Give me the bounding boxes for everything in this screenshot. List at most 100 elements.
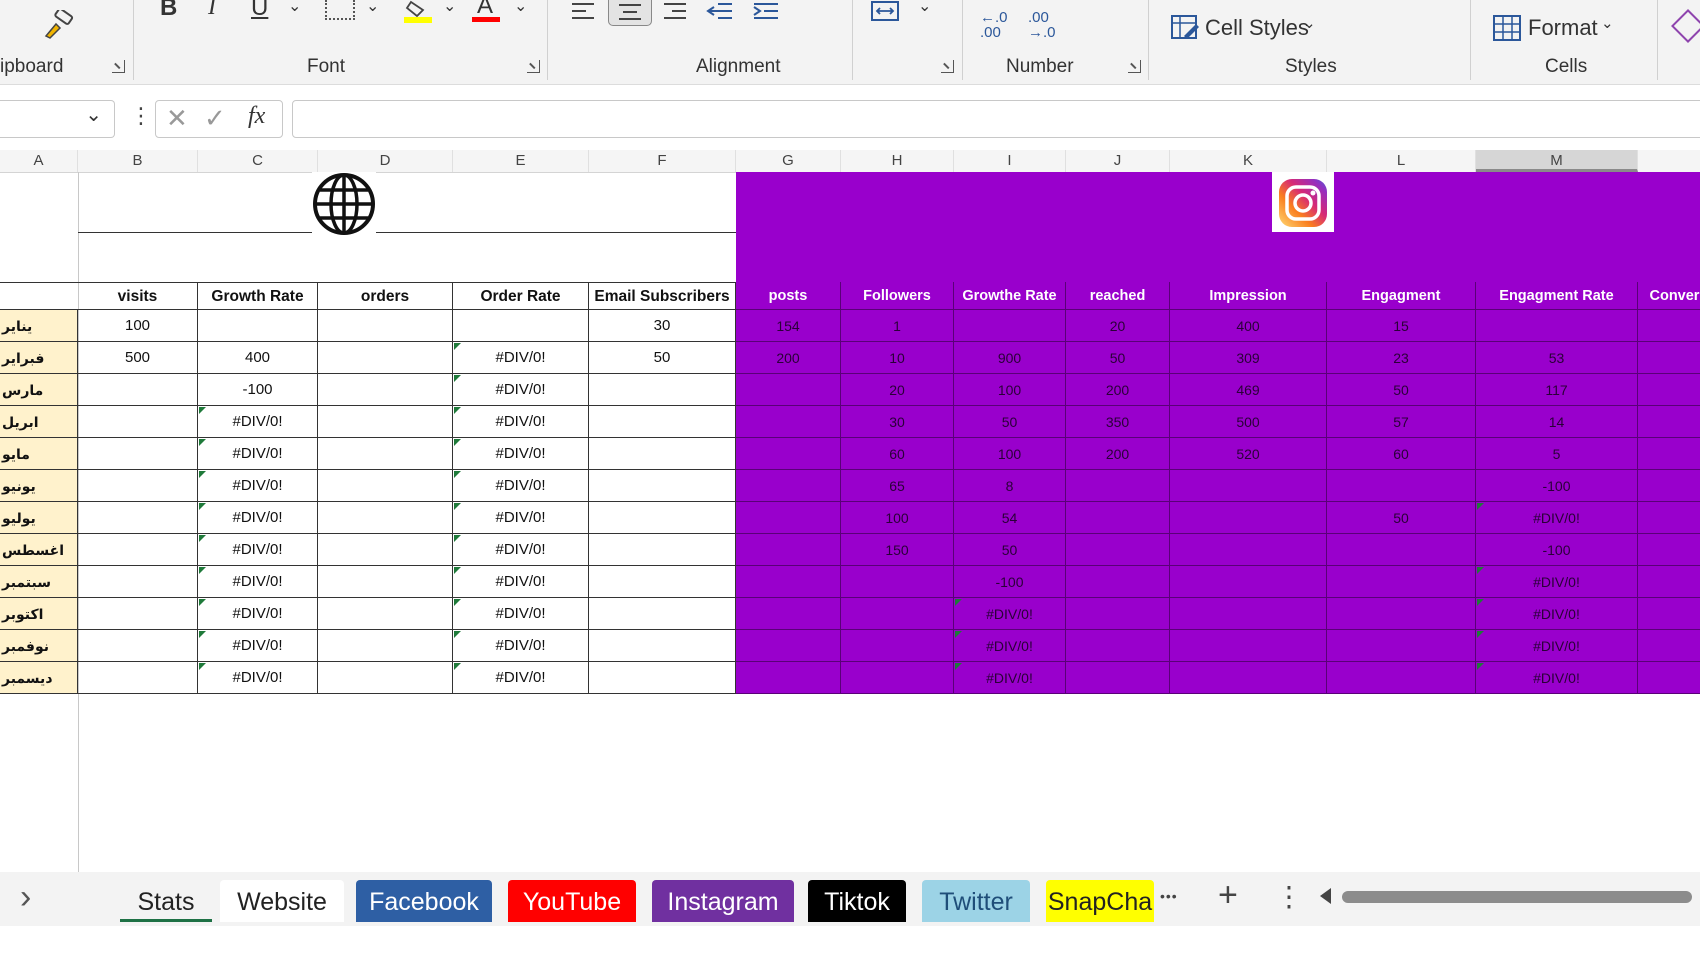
instagram-cell[interactable] xyxy=(1476,310,1638,342)
month-cell[interactable]: يوليو xyxy=(0,502,78,534)
month-cell[interactable]: يناير xyxy=(0,310,78,342)
borders-dropdown-icon[interactable]: ⌄ xyxy=(366,0,379,16)
instagram-cell[interactable]: 65 xyxy=(841,470,954,502)
website-header-4[interactable]: Order Rate xyxy=(453,282,589,310)
instagram-cell[interactable] xyxy=(736,374,841,406)
website-cell[interactable]: #DIV/0! xyxy=(453,406,589,438)
website-cell[interactable]: #DIV/0! xyxy=(453,630,589,662)
instagram-cell[interactable] xyxy=(1638,438,1700,470)
website-header-5[interactable]: Email Subscribers xyxy=(589,282,736,310)
column-header-d[interactable]: D xyxy=(318,150,453,172)
clipboard-launcher-icon[interactable] xyxy=(112,60,125,73)
borders-icon[interactable] xyxy=(325,0,355,20)
website-cell[interactable] xyxy=(198,310,318,342)
website-cell[interactable] xyxy=(589,470,736,502)
instagram-cell[interactable]: 60 xyxy=(841,438,954,470)
website-cell[interactable]: #DIV/0! xyxy=(453,662,589,694)
align-center-icon[interactable] xyxy=(608,0,652,26)
instagram-cell[interactable]: 309 xyxy=(1170,342,1327,374)
instagram-cell[interactable]: 400 xyxy=(1170,310,1327,342)
website-cell[interactable] xyxy=(78,406,198,438)
website-header-1[interactable]: visits xyxy=(78,282,198,310)
column-header-g[interactable]: G xyxy=(736,150,841,172)
instagram-cell[interactable]: 154 xyxy=(736,310,841,342)
website-cell[interactable] xyxy=(318,310,453,342)
month-cell[interactable]: مايو xyxy=(0,438,78,470)
instagram-cell[interactable] xyxy=(1638,374,1700,406)
instagram-cell[interactable]: 57 xyxy=(1327,406,1476,438)
instagram-cell[interactable]: #DIV/0! xyxy=(1476,598,1638,630)
website-cell[interactable] xyxy=(78,502,198,534)
website-cell[interactable]: #DIV/0! xyxy=(198,566,318,598)
underline-dropdown-icon[interactable]: ⌄ xyxy=(288,0,301,16)
format-dropdown-icon[interactable]: ⌄ xyxy=(1601,14,1614,32)
website-cell[interactable] xyxy=(318,406,453,438)
instagram-cell[interactable] xyxy=(1327,598,1476,630)
column-header-a[interactable]: A xyxy=(0,150,78,172)
website-cell[interactable]: -100 xyxy=(198,374,318,406)
sheet-tab-snapcha[interactable]: SnapCha xyxy=(1046,880,1154,922)
instagram-cell[interactable]: #DIV/0! xyxy=(954,630,1066,662)
instagram-cell[interactable]: 54 xyxy=(954,502,1066,534)
insert-function-button[interactable]: fx xyxy=(248,103,265,130)
alignment-launcher-icon[interactable] xyxy=(941,60,954,73)
instagram-cell[interactable] xyxy=(1327,630,1476,662)
website-cell[interactable] xyxy=(318,566,453,598)
instagram-cell[interactable] xyxy=(1066,598,1170,630)
website-cell[interactable]: #DIV/0! xyxy=(453,342,589,374)
instagram-cell[interactable] xyxy=(841,566,954,598)
instagram-cell[interactable] xyxy=(1638,566,1700,598)
instagram-header-8[interactable]: Convers xyxy=(1638,282,1700,310)
instagram-cell[interactable]: 8 xyxy=(954,470,1066,502)
month-cell[interactable]: ابريل xyxy=(0,406,78,438)
instagram-cell[interactable] xyxy=(1066,502,1170,534)
column-header-f[interactable]: F xyxy=(589,150,736,172)
instagram-cell[interactable] xyxy=(736,502,841,534)
font-color-dropdown-icon[interactable]: ⌄ xyxy=(514,0,527,16)
month-cell[interactable]: يونيو xyxy=(0,470,78,502)
cancel-icon[interactable]: ✕ xyxy=(166,103,188,134)
instagram-cell[interactable]: 15 xyxy=(1327,310,1476,342)
decrease-indent-icon[interactable] xyxy=(706,2,734,27)
instagram-cell[interactable] xyxy=(1638,598,1700,630)
month-cell[interactable]: اكتوبر xyxy=(0,598,78,630)
instagram-cell[interactable]: 500 xyxy=(1170,406,1327,438)
instagram-cell[interactable]: 200 xyxy=(1066,438,1170,470)
website-cell[interactable] xyxy=(78,662,198,694)
website-cell[interactable] xyxy=(589,630,736,662)
website-cell[interactable] xyxy=(318,374,453,406)
instagram-cell[interactable] xyxy=(736,534,841,566)
website-cell[interactable]: #DIV/0! xyxy=(453,438,589,470)
column-header-i[interactable]: I xyxy=(954,150,1066,172)
horizontal-scrollbar[interactable] xyxy=(1342,891,1692,903)
instagram-cell[interactable] xyxy=(736,470,841,502)
website-cell[interactable]: #DIV/0! xyxy=(198,406,318,438)
sheet-options-icon[interactable]: ⋮ xyxy=(1275,880,1303,913)
website-cell[interactable] xyxy=(318,598,453,630)
website-cell[interactable] xyxy=(589,662,736,694)
month-cell[interactable]: سبتمبر xyxy=(0,566,78,598)
instagram-cell[interactable] xyxy=(841,662,954,694)
column-header-c[interactable]: C xyxy=(198,150,318,172)
column-header-b[interactable]: B xyxy=(78,150,198,172)
instagram-cell[interactable]: 30 xyxy=(841,406,954,438)
website-cell[interactable] xyxy=(589,534,736,566)
instagram-cell[interactable]: 520 xyxy=(1170,438,1327,470)
cell-styles-button[interactable]: Cell Styles xyxy=(1205,15,1309,41)
instagram-cell[interactable]: 23 xyxy=(1327,342,1476,374)
instagram-cell[interactable] xyxy=(841,630,954,662)
website-cell[interactable]: #DIV/0! xyxy=(198,470,318,502)
instagram-cell[interactable] xyxy=(736,598,841,630)
enter-icon[interactable]: ✓ xyxy=(204,103,226,134)
website-cell[interactable]: #DIV/0! xyxy=(198,534,318,566)
instagram-cell[interactable] xyxy=(1170,470,1327,502)
number-launcher-icon[interactable] xyxy=(1128,60,1141,73)
instagram-cell[interactable]: 14 xyxy=(1476,406,1638,438)
website-cell[interactable] xyxy=(78,534,198,566)
website-cell[interactable]: 500 xyxy=(78,342,198,374)
month-cell[interactable]: نوفمبر xyxy=(0,630,78,662)
website-header-3[interactable]: orders xyxy=(318,282,453,310)
instagram-cell[interactable]: 200 xyxy=(736,342,841,374)
instagram-cell[interactable] xyxy=(1327,470,1476,502)
instagram-cell[interactable]: 100 xyxy=(954,438,1066,470)
